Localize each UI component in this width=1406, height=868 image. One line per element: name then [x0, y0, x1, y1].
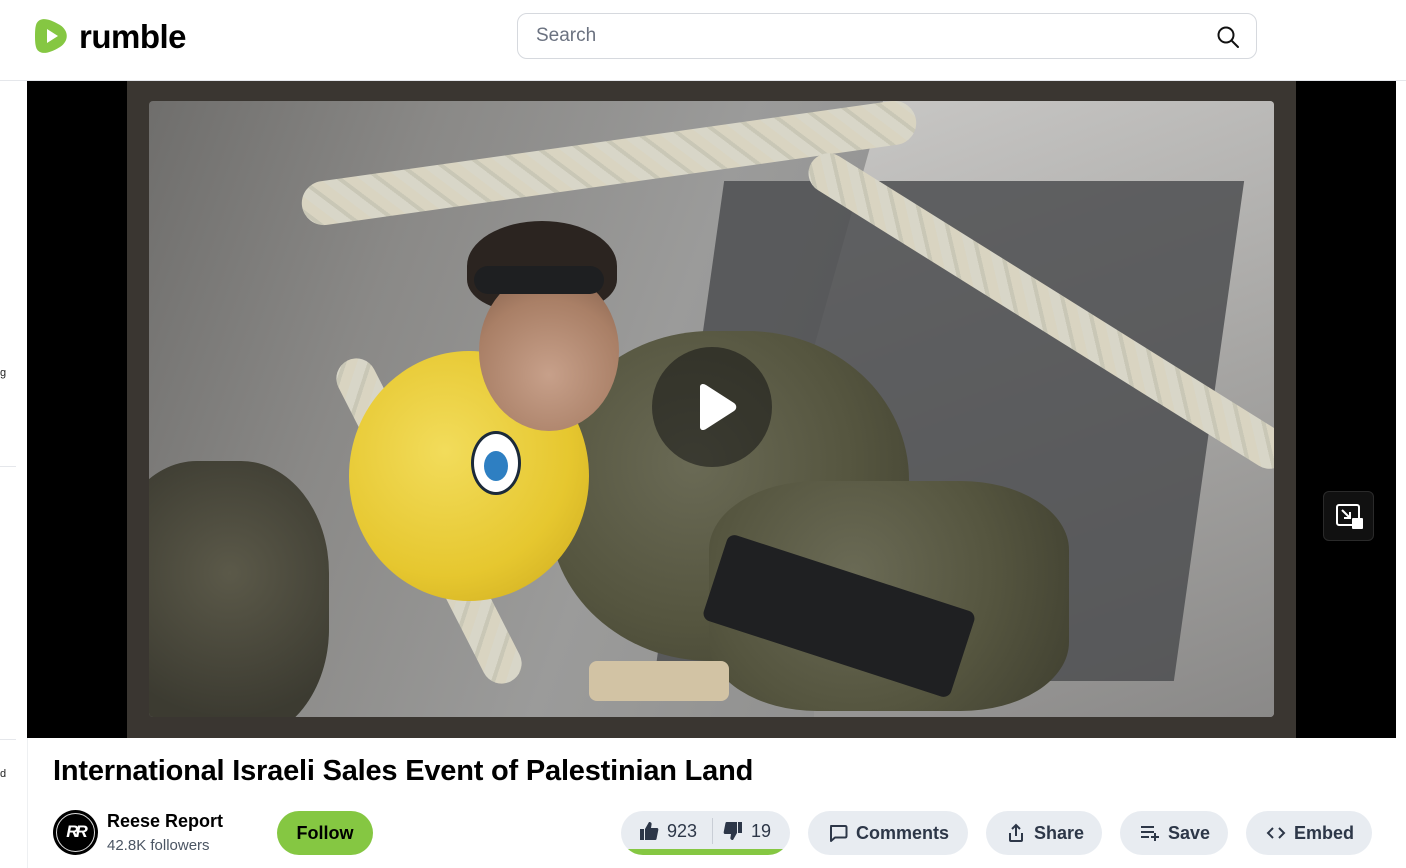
goggles: [474, 266, 604, 294]
downvote-count: 19: [751, 820, 772, 841]
left-sidebar: g d: [0, 81, 27, 868]
picture-in-picture-icon: [1336, 504, 1363, 529]
video-player[interactable]: [27, 81, 1396, 738]
share-button[interactable]: Share: [986, 811, 1102, 855]
share-label: Share: [1034, 822, 1085, 843]
vote-ratio-bar: [621, 849, 787, 855]
comments-label: Comments: [856, 822, 950, 843]
play-icon: [700, 383, 737, 431]
comments-button[interactable]: Comments: [808, 811, 968, 855]
channel-name[interactable]: Reese Report: [107, 811, 223, 832]
search-icon[interactable]: [1216, 25, 1240, 49]
sidebar-fragment[interactable]: g: [0, 367, 6, 379]
embed-label: Embed: [1294, 822, 1355, 843]
follow-button[interactable]: Follow: [277, 811, 373, 855]
downvote-button[interactable]: 19: [713, 811, 790, 851]
top-header: rumble: [0, 0, 1406, 81]
logo-wordmark: rumble: [79, 17, 187, 55]
upvote-button[interactable]: 923: [621, 811, 713, 851]
save-label: Save: [1168, 822, 1211, 843]
comment-icon: [830, 825, 848, 842]
avatar-logo: RR: [66, 822, 88, 841]
follower-count: 42.8K followers: [107, 837, 210, 854]
sidebar-fragment[interactable]: d: [0, 768, 6, 780]
upvote-count: 923: [667, 820, 698, 841]
thumbs-up-icon: [640, 822, 659, 840]
video-title: International Israeli Sales Event of Pal…: [53, 755, 754, 787]
embed-button[interactable]: Embed: [1246, 811, 1372, 855]
rumble-logo-icon: [35, 19, 67, 53]
play-button[interactable]: [652, 347, 772, 467]
channel-avatar[interactable]: RR: [53, 810, 98, 855]
sidebar-divider: [0, 739, 16, 740]
save-button[interactable]: Save: [1120, 811, 1228, 855]
plush-iris: [484, 451, 508, 481]
backpack: [149, 461, 329, 717]
picture-in-picture-button[interactable]: [1323, 491, 1374, 541]
pouch: [589, 661, 729, 701]
code-icon: [1266, 827, 1286, 839]
thumbs-down-icon: [723, 822, 742, 840]
video-details: International Israeli Sales Event of Pal…: [27, 738, 1396, 868]
playlist-add-icon: [1141, 826, 1159, 841]
search-input[interactable]: [536, 25, 1196, 47]
face: [479, 271, 619, 431]
rumble-logo[interactable]: rumble: [34, 16, 187, 56]
search-bar[interactable]: [517, 13, 1257, 59]
sidebar-divider: [0, 466, 16, 467]
share-icon: [1009, 823, 1023, 842]
vote-control: 923 19: [621, 811, 790, 855]
